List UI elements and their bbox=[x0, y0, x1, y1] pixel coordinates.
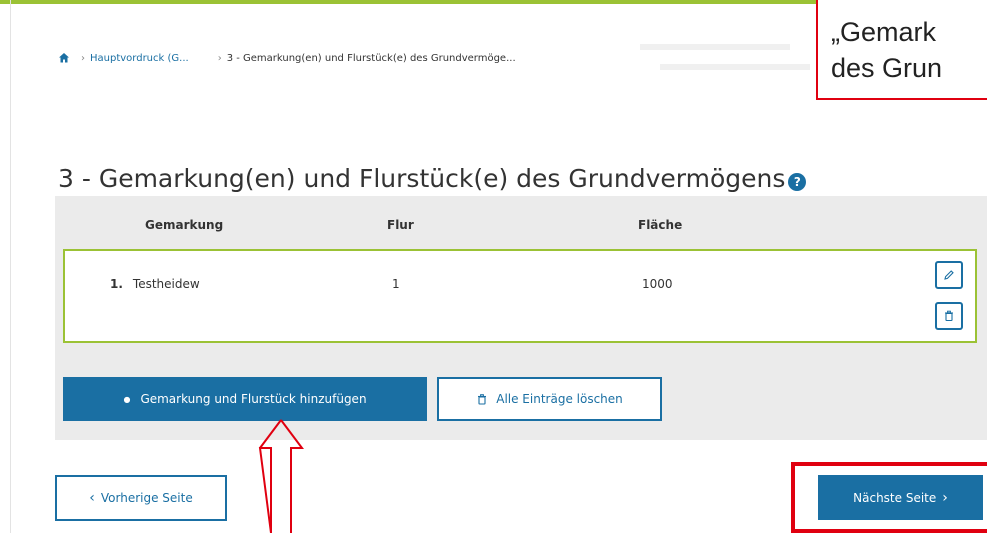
callout-line-2: des Grun bbox=[831, 53, 943, 83]
annotation-highlight-frame bbox=[791, 462, 987, 533]
cell-flaeche: 1000 bbox=[642, 277, 673, 291]
left-divider bbox=[10, 0, 11, 533]
page-title-text: 3 - Gemarkung(en) und Flurstück(e) des G… bbox=[58, 164, 786, 193]
trash-icon bbox=[945, 310, 953, 322]
chevron-right-icon: › bbox=[81, 52, 85, 64]
previous-page-button[interactable]: ‹ Vorherige Seite bbox=[55, 475, 227, 521]
annotation-arrow bbox=[258, 419, 304, 533]
previous-page-label: Vorherige Seite bbox=[100, 491, 193, 505]
chevron-right-icon: › bbox=[217, 52, 222, 64]
pencil-icon bbox=[944, 270, 954, 280]
cell-flur: 1 bbox=[392, 277, 400, 291]
callout-line-1: „Gemark bbox=[831, 17, 937, 47]
table-row: 1. Testheidew 1 1000 bbox=[63, 249, 977, 343]
column-header-flaeche: Fläche bbox=[638, 218, 683, 232]
chevron-left-icon: ‹ bbox=[89, 490, 95, 506]
page-title: 3 - Gemarkung(en) und Flurstück(e) des G… bbox=[58, 164, 807, 193]
parcel-panel: Gemarkung Flur Fläche 1. Testheidew 1 100… bbox=[55, 196, 987, 440]
breadcrumb: › Hauptvordruck (G... › 3 - Gemarkung(en… bbox=[58, 50, 516, 66]
delete-button[interactable] bbox=[935, 302, 963, 330]
faded-background-text bbox=[640, 40, 810, 70]
clear-all-label: Alle Einträge löschen bbox=[496, 392, 623, 406]
clear-all-button[interactable]: Alle Einträge löschen bbox=[437, 377, 662, 421]
plus-icon: ● bbox=[123, 394, 131, 404]
column-header-gemarkung: Gemarkung bbox=[145, 218, 224, 232]
edit-button[interactable] bbox=[935, 261, 963, 289]
row-index: 1. bbox=[110, 277, 123, 291]
cell-gemarkung: Testheidew bbox=[132, 277, 200, 291]
add-parcel-label: Gemarkung und Flurstück hinzufügen bbox=[140, 392, 367, 406]
column-header-flur: Flur bbox=[387, 218, 414, 232]
help-icon[interactable]: ? bbox=[788, 172, 807, 191]
annotation-callout: „Gemark des Grun bbox=[816, 0, 987, 100]
breadcrumb-item-current: 3 - Gemarkung(en) und Flurstück(e) des G… bbox=[226, 52, 516, 64]
breadcrumb-item-hauptvordruck[interactable]: Hauptvordruck (G... bbox=[90, 53, 189, 64]
add-parcel-button[interactable]: ● Gemarkung und Flurstück hinzufügen bbox=[63, 377, 427, 421]
trash-icon bbox=[478, 393, 487, 405]
home-icon[interactable] bbox=[58, 52, 70, 64]
